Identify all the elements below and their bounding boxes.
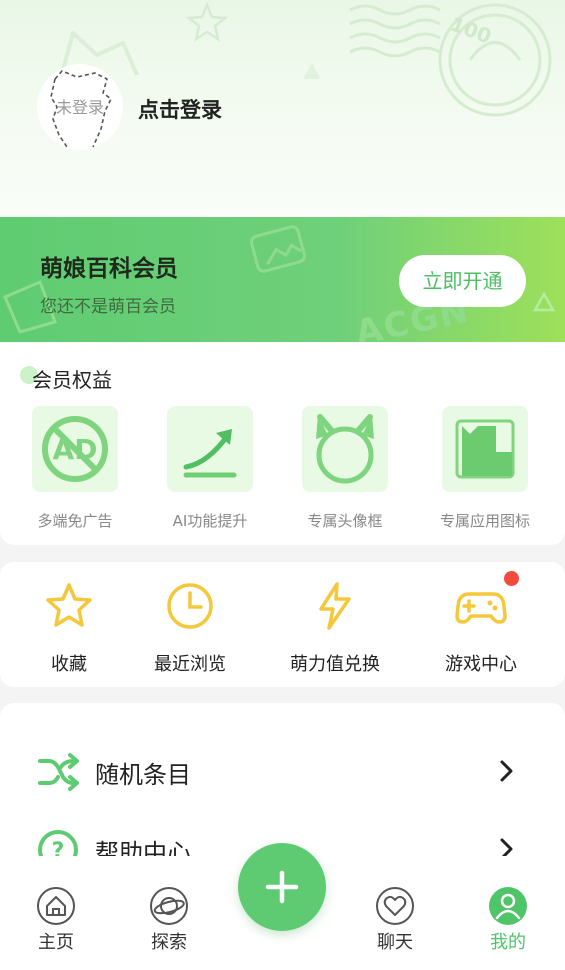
tab-explore[interactable]: 探索 bbox=[129, 886, 209, 954]
chevron-right-icon bbox=[500, 760, 513, 782]
create-fab-button[interactable] bbox=[238, 843, 326, 931]
decorative-triangle-icon bbox=[303, 63, 321, 79]
tab-label: 聊天 bbox=[377, 932, 413, 953]
benefit-ai-boost[interactable]: AI功能提升 bbox=[150, 406, 270, 531]
plus-icon bbox=[265, 870, 299, 904]
arrow-up-icon bbox=[167, 406, 253, 492]
member-benefits-card: 会员权益 AD 多端免广告 AI功能提升 bbox=[0, 342, 565, 545]
benefit-app-icon[interactable]: 专属应用图标 bbox=[425, 406, 545, 531]
benefit-label: AI功能提升 bbox=[172, 512, 248, 530]
quick-game-center[interactable]: 游戏中心 bbox=[421, 580, 541, 676]
tab-label: 我的 bbox=[490, 932, 526, 953]
quick-exchange[interactable]: 萌力值兑换 bbox=[275, 580, 395, 676]
vip-subtitle: 您还不是萌百会员 bbox=[40, 297, 176, 317]
list-item-label: 随机条目 bbox=[95, 761, 191, 789]
login-link[interactable]: 点击登录 bbox=[138, 94, 222, 124]
benefit-label: 多端免广告 bbox=[37, 512, 113, 530]
decorative-triangle-icon bbox=[532, 291, 556, 312]
home-icon bbox=[16, 886, 96, 926]
no-ads-icon: AD bbox=[32, 406, 118, 492]
quick-label: 收藏 bbox=[51, 654, 87, 675]
avatar-placeholder-text: 未登录 bbox=[55, 98, 104, 117]
vip-title: 萌娘百科会员 bbox=[40, 256, 178, 282]
user-icon bbox=[468, 886, 548, 926]
quick-actions-card: 收藏 最近浏览 萌力值兑换 游戏中心 bbox=[0, 562, 565, 687]
quick-recent[interactable]: 最近浏览 bbox=[130, 580, 250, 676]
benefit-label: 专属头像框 bbox=[307, 512, 383, 530]
vip-banner[interactable]: ACGN 萌娘百科会员 您还不是萌百会员 立即开通 bbox=[0, 217, 565, 342]
benefits-title: 会员权益 bbox=[32, 368, 112, 392]
quick-label: 游戏中心 bbox=[445, 654, 517, 675]
tab-home[interactable]: 主页 bbox=[16, 886, 96, 954]
lightning-icon bbox=[275, 580, 395, 632]
profile-header: 100 未登录 点击登录 bbox=[0, 0, 565, 217]
decorative-star-icon bbox=[185, 2, 229, 42]
gamepad-icon bbox=[421, 580, 541, 632]
benefit-label: 专属应用图标 bbox=[439, 512, 530, 530]
tab-label: 探索 bbox=[151, 932, 187, 953]
star-icon bbox=[9, 580, 129, 632]
activate-vip-button[interactable]: 立即开通 bbox=[399, 255, 526, 307]
benefit-avatar-frame[interactable]: 专属头像框 bbox=[285, 406, 405, 531]
quick-label: 萌力值兑换 bbox=[290, 654, 380, 675]
shuffle-icon bbox=[37, 751, 79, 793]
quick-label: 最近浏览 bbox=[154, 654, 226, 675]
benefit-no-ads[interactable]: AD 多端免广告 bbox=[15, 406, 135, 531]
heart-chat-icon bbox=[355, 886, 435, 926]
quick-favorites[interactable]: 收藏 bbox=[9, 580, 129, 676]
clock-icon bbox=[130, 580, 250, 632]
notification-badge bbox=[504, 571, 519, 586]
tab-label: 主页 bbox=[38, 932, 74, 953]
cat-frame-icon bbox=[302, 406, 388, 492]
list-item-random-entry[interactable]: 随机条目 bbox=[0, 741, 565, 801]
tab-chat[interactable]: 聊天 bbox=[355, 886, 435, 954]
avatar[interactable]: 未登录 bbox=[37, 64, 123, 150]
app-icon bbox=[442, 406, 528, 492]
tab-mine[interactable]: 我的 bbox=[468, 886, 548, 954]
planet-icon bbox=[129, 886, 209, 926]
decorative-image-icon bbox=[250, 225, 306, 273]
